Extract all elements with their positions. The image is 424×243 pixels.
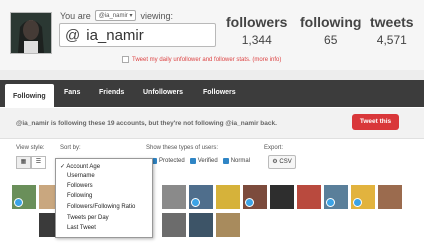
- tab-friends[interactable]: Friends: [99, 89, 124, 96]
- export-label: Export:: [264, 145, 284, 151]
- grid-view-button[interactable]: ▦: [16, 156, 31, 169]
- list-icon: ☰: [35, 159, 42, 165]
- sort-option-following[interactable]: Following: [67, 193, 92, 199]
- gear-icon: ⚙: [272, 159, 278, 165]
- sort-option-last-tweet[interactable]: Last Tweet: [67, 225, 96, 231]
- tweet-this-button[interactable]: Tweet this: [352, 114, 399, 130]
- show-types-label: Show these types of users:: [146, 145, 219, 151]
- tab-fans[interactable]: Fans: [64, 89, 80, 96]
- followers-label: followers: [226, 14, 288, 30]
- tweet-stats-option[interactable]: Tweet my daily unfollower and follower s…: [122, 56, 281, 63]
- protected-label: Protected: [159, 158, 185, 164]
- you-are-row: You are @ia_namir ▾ viewing:: [60, 10, 173, 21]
- tweets-stat[interactable]: tweets 4,571: [370, 14, 414, 47]
- tweets-label: tweets: [370, 14, 414, 30]
- viewing-label: viewing:: [140, 10, 173, 21]
- user-avatar[interactable]: [351, 185, 375, 209]
- verified-badge-icon: [353, 198, 362, 207]
- tab-bar: Following Fans Friends Unfollowers Follo…: [0, 80, 424, 107]
- sort-option-account-age[interactable]: ✓ Account Age: [60, 163, 100, 170]
- user-avatar[interactable]: [189, 185, 213, 209]
- tab-unfollowers[interactable]: Unfollowers: [143, 89, 183, 96]
- normal-label: Normal: [230, 158, 251, 164]
- sort-dropdown-menu: ✓ Account Age Username Followers Followi…: [55, 158, 153, 238]
- info-text: @ia_namir is following these 19 accounts…: [16, 120, 277, 127]
- view-style-label: View style:: [16, 145, 45, 151]
- user-avatar[interactable]: [324, 185, 348, 209]
- main-panel: Following Fans Friends Unfollowers Follo…: [0, 80, 424, 243]
- info-bar: @ia_namir is following these 19 accounts…: [0, 108, 424, 139]
- grid-icon: ▦: [20, 159, 27, 165]
- verified-badge-icon: [326, 198, 335, 207]
- csv-label: CSV: [279, 159, 292, 165]
- viewing-handle: ia_namir: [86, 26, 144, 44]
- verified-badge-icon: [191, 198, 200, 207]
- following-label: following: [300, 14, 362, 30]
- user-avatar[interactable]: [216, 185, 240, 209]
- following-count: 65: [324, 33, 338, 47]
- you-are-label: You are: [60, 10, 91, 21]
- user-avatar[interactable]: [297, 185, 321, 209]
- viewing-user-input[interactable]: @ ia_namir: [59, 23, 216, 47]
- tweet-stats-checkbox[interactable]: [122, 56, 129, 63]
- followers-stat[interactable]: followers 1,344: [226, 14, 287, 47]
- profile-header: You are @ia_namir ▾ viewing: @ ia_namir …: [0, 0, 424, 70]
- account-select[interactable]: @ia_namir ▾: [94, 10, 137, 21]
- normal-checkbox[interactable]: [222, 158, 229, 164]
- tab-followers[interactable]: Followers: [203, 89, 236, 96]
- tweet-stats-label: Tweet my daily unfollower and follower s…: [132, 56, 282, 63]
- sort-option-ratio[interactable]: Followers/Following Ratio: [67, 204, 135, 210]
- verified-label: Verified: [197, 158, 218, 164]
- user-avatar[interactable]: [378, 185, 402, 209]
- verified-checkbox[interactable]: [189, 158, 196, 164]
- followers-count: 1,344: [241, 33, 272, 47]
- sort-by-label: Sort by:: [60, 145, 81, 151]
- following-stat[interactable]: following 65: [300, 14, 361, 47]
- avatar: [10, 12, 52, 54]
- sort-option-username[interactable]: Username: [67, 173, 95, 179]
- csv-export-button[interactable]: ⚙ CSV: [268, 155, 296, 169]
- user-type-filters: Protected Verified Normal: [148, 158, 250, 164]
- tab-following[interactable]: Following: [5, 84, 54, 107]
- user-avatar[interactable]: [270, 185, 294, 209]
- verified-badge-icon: [245, 198, 254, 207]
- at-sign: @: [65, 26, 81, 44]
- tweets-count: 4,571: [376, 33, 407, 47]
- list-view-button[interactable]: ☰: [31, 156, 46, 169]
- user-avatar[interactable]: [189, 213, 213, 237]
- user-avatar[interactable]: [243, 185, 267, 209]
- sort-option-tweets-per-day[interactable]: Tweets per Day: [67, 215, 109, 221]
- user-avatar[interactable]: [162, 213, 186, 237]
- sort-option-followers[interactable]: Followers: [67, 183, 93, 189]
- verified-badge-icon: [14, 198, 23, 207]
- user-avatar[interactable]: [12, 185, 36, 209]
- user-avatar[interactable]: [216, 213, 240, 237]
- user-avatar[interactable]: [162, 185, 186, 209]
